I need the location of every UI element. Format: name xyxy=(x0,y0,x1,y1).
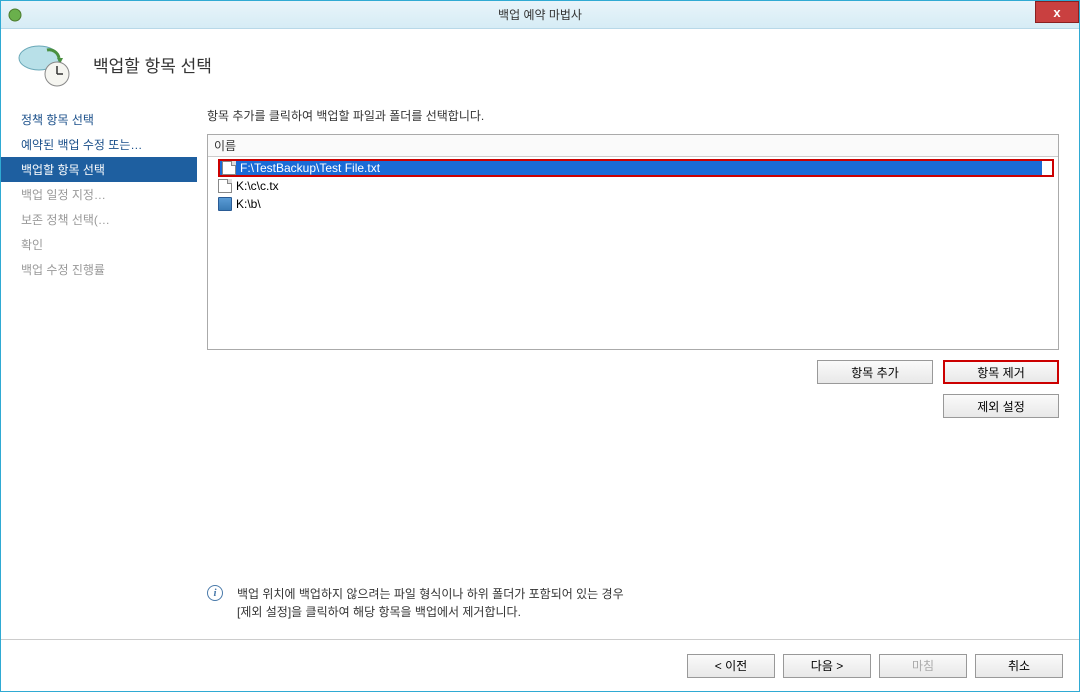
window-title: 백업 예약 마법사 xyxy=(498,6,582,23)
close-button[interactable]: x xyxy=(1035,1,1079,23)
previous-button[interactable]: < 이전 xyxy=(687,654,775,678)
items-listbox[interactable]: 이름 F:\TestBackup\Test File.txt K:\c\c.tx xyxy=(207,134,1059,350)
finish-button: 마침 xyxy=(879,654,967,678)
wizard-body: 정책 항목 선택 예약된 백업 수정 또는… 백업할 항목 선택 백업 일정 지… xyxy=(1,99,1079,639)
step-confirm: 확인 xyxy=(1,232,197,257)
list-item[interactable]: K:\c\c.tx xyxy=(208,177,1058,195)
item-path: F:\TestBackup\Test File.txt xyxy=(240,161,380,175)
wizard-window: 백업 예약 마법사 x 백업할 항목 선택 정책 항목 선택 예약된 백업 수정… xyxy=(0,0,1080,692)
step-progress: 백업 수정 진행률 xyxy=(1,257,197,282)
list-item[interactable]: F:\TestBackup\Test File.txt xyxy=(218,159,1054,177)
remove-item-button[interactable]: 항목 제거 xyxy=(943,360,1059,384)
file-icon xyxy=(218,179,232,193)
item-path: K:\c\c.tx xyxy=(236,179,279,193)
wizard-header: 백업할 항목 선택 xyxy=(1,29,1079,99)
main-panel: 항목 추가를 클릭하여 백업할 파일과 폴더를 선택합니다. 이름 F:\Tes… xyxy=(197,99,1079,639)
list-rows: F:\TestBackup\Test File.txt K:\c\c.tx K:… xyxy=(208,157,1058,215)
wizard-steps-sidebar: 정책 항목 선택 예약된 백업 수정 또는… 백업할 항목 선택 백업 일정 지… xyxy=(1,99,197,639)
next-button[interactable]: 다음 > xyxy=(783,654,871,678)
item-path: K:\b\ xyxy=(236,197,261,211)
app-icon xyxy=(7,7,23,23)
drive-icon xyxy=(218,197,232,211)
step-schedule: 백업 일정 지정… xyxy=(1,182,197,207)
step-modify-scheduled[interactable]: 예약된 백업 수정 또는… xyxy=(1,132,197,157)
info-text: 백업 위치에 백업하지 않으려는 파일 형식이나 하위 폴더가 포함되어 있는 … xyxy=(237,585,624,621)
exclusion-settings-button[interactable]: 제외 설정 xyxy=(943,394,1059,418)
add-item-button[interactable]: 항목 추가 xyxy=(817,360,933,384)
step-select-items[interactable]: 백업할 항목 선택 xyxy=(1,157,197,182)
step-retention: 보존 정책 선택(… xyxy=(1,207,197,232)
wizard-footer: < 이전 다음 > 마침 취소 xyxy=(1,639,1079,691)
info-area: i 백업 위치에 백업하지 않으려는 파일 형식이나 하위 폴더가 포함되어 있… xyxy=(207,567,1059,639)
info-icon: i xyxy=(207,585,223,601)
file-icon xyxy=(222,161,236,175)
list-item[interactable]: K:\b\ xyxy=(208,195,1058,213)
instruction-text: 항목 추가를 클릭하여 백업할 파일과 폴더를 선택합니다. xyxy=(207,107,1059,124)
cancel-button[interactable]: 취소 xyxy=(975,654,1063,678)
column-header-name[interactable]: 이름 xyxy=(208,135,1058,157)
item-buttons-row: 항목 추가 항목 제거 xyxy=(207,360,1059,384)
header-icon xyxy=(17,40,73,88)
info-line: 백업 위치에 백업하지 않으려는 파일 형식이나 하위 폴더가 포함되어 있는 … xyxy=(237,585,624,603)
page-title: 백업할 항목 선택 xyxy=(93,52,212,77)
titlebar: 백업 예약 마법사 x xyxy=(1,1,1079,29)
info-line: [제외 설정]을 클릭하여 해당 항목을 백업에서 제거합니다. xyxy=(237,603,624,621)
step-policy-select[interactable]: 정책 항목 선택 xyxy=(1,107,197,132)
exclude-button-row: 제외 설정 xyxy=(207,394,1059,418)
